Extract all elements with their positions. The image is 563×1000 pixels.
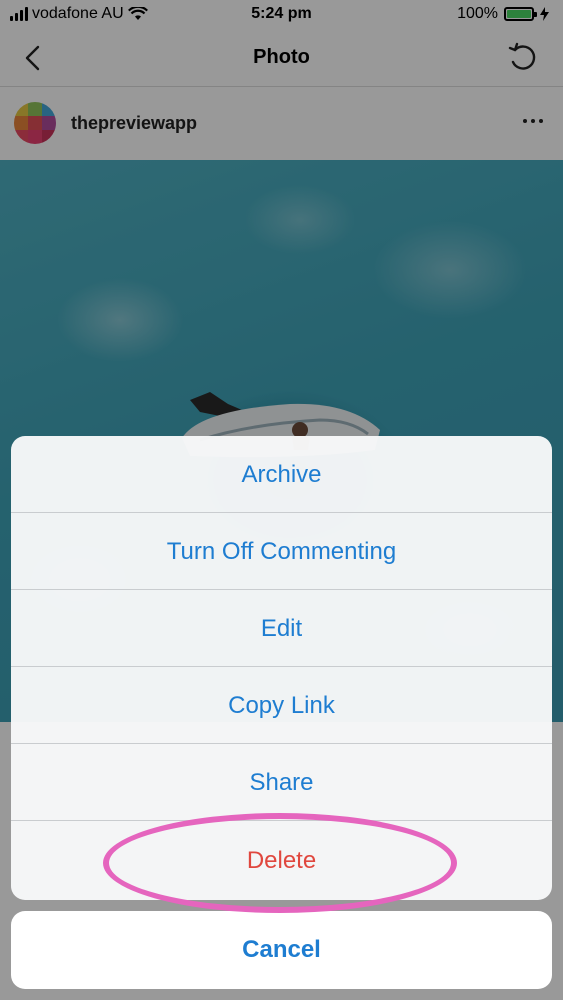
action-sheet: Archive Turn Off Commenting Edit Copy Li… (11, 436, 552, 900)
delete-button[interactable]: Delete (11, 821, 552, 900)
copy-link-button[interactable]: Copy Link (11, 667, 552, 744)
edit-button[interactable]: Edit (11, 590, 552, 667)
turn-off-commenting-button[interactable]: Turn Off Commenting (11, 513, 552, 590)
archive-button[interactable]: Archive (11, 436, 552, 513)
cancel-button[interactable]: Cancel (11, 911, 552, 989)
share-button[interactable]: Share (11, 744, 552, 821)
